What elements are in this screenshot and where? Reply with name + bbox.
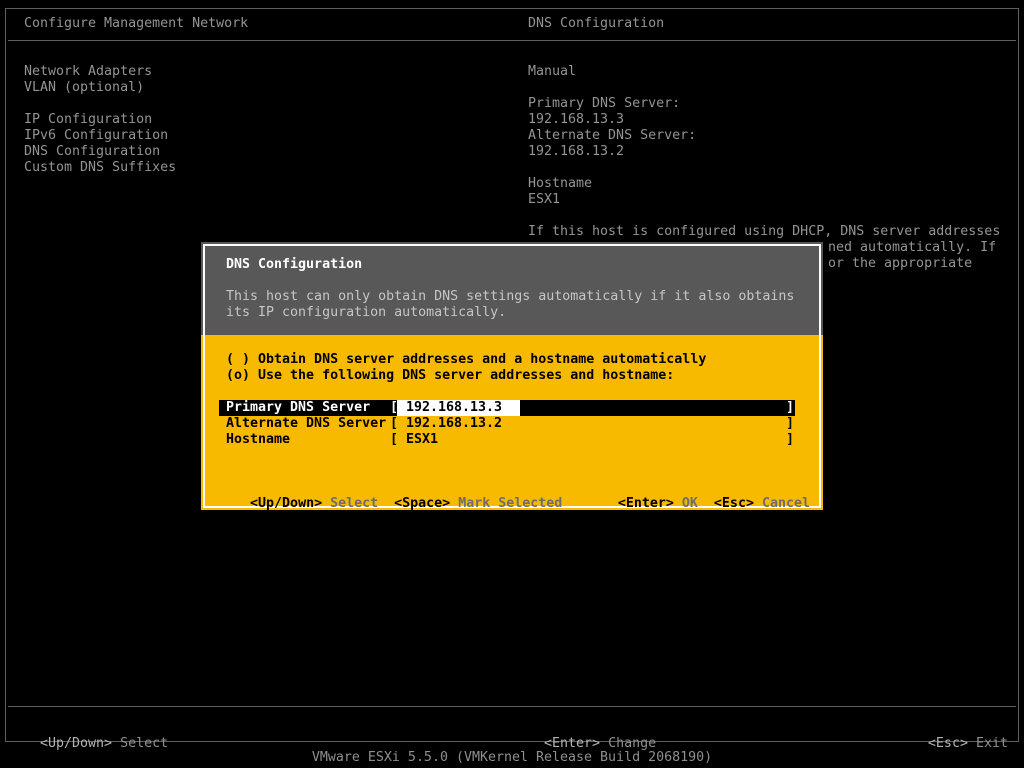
footer-separator xyxy=(8,706,1016,707)
esc-key-action: Cancel xyxy=(762,496,810,511)
footer-updown-hint: <Up/Down> Select xyxy=(24,720,168,736)
bracket-open: [ xyxy=(390,432,398,448)
hostname-label: Hostname xyxy=(528,176,592,192)
esc-key-action: Exit xyxy=(976,736,1008,751)
updown-key-hint: <Up/Down> xyxy=(40,736,112,751)
field-label-hostname: Hostname xyxy=(226,432,290,448)
dialog-title: DNS Configuration xyxy=(226,257,362,273)
esc-key-hint: <Esc> xyxy=(714,496,754,511)
dhcp-note-line2-fragment: ned automatically. If xyxy=(828,240,996,256)
updown-key-action: Select xyxy=(120,736,168,751)
sidebar-item-network-adapters[interactable]: Network Adapters xyxy=(24,64,152,80)
field-label-primary-dns: Primary DNS Server xyxy=(226,400,370,416)
sidebar-item-ip-configuration[interactable]: IP Configuration xyxy=(24,112,152,128)
sidebar-item-ipv6-configuration[interactable]: IPv6 Configuration xyxy=(24,128,168,144)
field-row-primary-dns[interactable]: Primary DNS Server [ 192.168.13.3 ] xyxy=(219,400,795,416)
field-label-alternate-dns: Alternate DNS Server xyxy=(226,416,386,432)
section-title: DNS Configuration xyxy=(528,16,664,32)
sidebar-item-vlan[interactable]: VLAN (optional) xyxy=(24,80,144,96)
dns-configuration-dialog: DNS Configuration This host can only obt… xyxy=(201,242,823,510)
enter-key-action: OK xyxy=(682,496,698,511)
dialog-description-line2: its IP configuration automatically. xyxy=(226,305,506,321)
updown-key-action: Select xyxy=(330,496,378,511)
radio-option-automatic[interactable]: ( ) Obtain DNS server addresses and a ho… xyxy=(226,352,706,368)
radio-option-manual[interactable]: (o) Use the following DNS server address… xyxy=(226,368,674,384)
enter-key-hint: <Enter> xyxy=(544,736,600,751)
space-key-action: Mark Selected xyxy=(458,496,562,511)
primary-dns-label: Primary DNS Server: xyxy=(528,96,680,112)
hostname-input-value[interactable]: ESX1 xyxy=(406,432,438,448)
hostname-value: ESX1 xyxy=(528,192,560,208)
bracket-close: ] xyxy=(786,416,794,432)
bracket-open: [ xyxy=(390,416,398,432)
primary-dns-value: 192.168.13.3 xyxy=(528,112,624,128)
footer-esc-hint: <Esc> Exit xyxy=(912,720,1008,736)
dialog-footer-left-hints: <Up/Down>Select<Space>Mark Selected xyxy=(218,480,562,496)
field-row-alternate-dns[interactable]: Alternate DNS Server [ 192.168.13.2 ] xyxy=(219,416,795,432)
dhcp-note-line1: If this host is configured using DHCP, D… xyxy=(528,224,1000,240)
header-separator xyxy=(8,40,1016,41)
esc-key-hint: <Esc> xyxy=(928,736,968,751)
sidebar-item-custom-dns-suffixes[interactable]: Custom DNS Suffixes xyxy=(24,160,176,176)
version-status-bar: VMware ESXi 5.5.0 (VMKernel Release Buil… xyxy=(0,750,1024,766)
dialog-description-line1: This host can only obtain DNS settings a… xyxy=(226,289,794,305)
sidebar-item-dns-configuration[interactable]: DNS Configuration xyxy=(24,144,160,160)
alternate-dns-label: Alternate DNS Server: xyxy=(528,128,696,144)
dns-mode-value: Manual xyxy=(528,64,576,80)
footer-enter-hint: <Enter> Change xyxy=(528,720,656,736)
updown-key-hint: <Up/Down> xyxy=(250,496,322,511)
bracket-close: ] xyxy=(786,400,794,416)
bracket-close: ] xyxy=(786,432,794,448)
space-key-hint: <Space> xyxy=(394,496,450,511)
dhcp-note-line3-fragment: or the appropriate xyxy=(828,256,972,272)
primary-dns-input-value: 192.168.13.3 xyxy=(406,400,502,416)
page-title: Configure Management Network xyxy=(24,16,248,32)
enter-key-hint: <Enter> xyxy=(618,496,674,511)
enter-key-action: Change xyxy=(608,736,656,751)
primary-dns-input[interactable]: 192.168.13.3 xyxy=(397,400,520,416)
dialog-footer-right-hints: <Enter>OK<Esc>Cancel xyxy=(586,480,810,496)
alternate-dns-value: 192.168.13.2 xyxy=(528,144,624,160)
alternate-dns-input-value[interactable]: 192.168.13.2 xyxy=(406,416,502,432)
field-row-hostname[interactable]: Hostname [ ESX1 ] xyxy=(219,432,795,448)
